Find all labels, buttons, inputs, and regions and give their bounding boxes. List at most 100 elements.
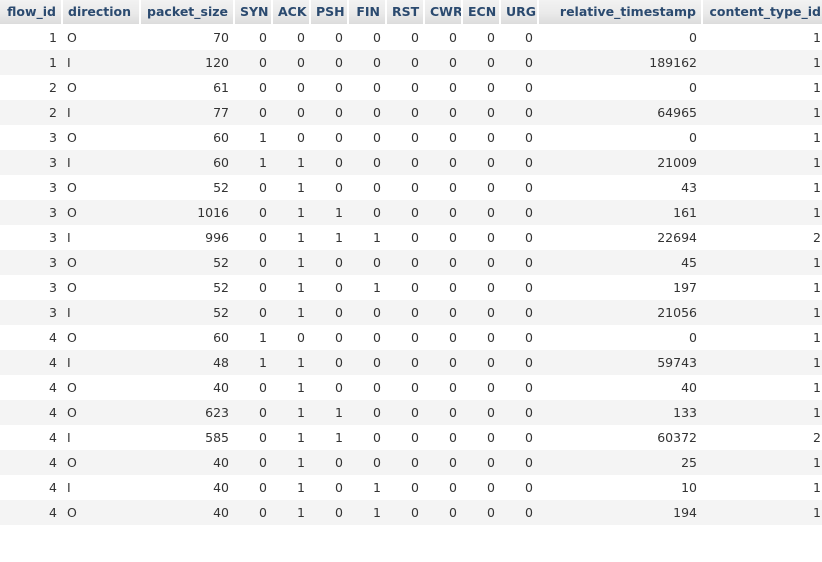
cell-direction: O	[67, 30, 77, 45]
cell-relative_timestamp: 0	[689, 130, 697, 145]
cell-RST: 0	[411, 180, 419, 195]
cell-ACK: 0	[297, 105, 305, 120]
cell-flow_id: 1	[49, 30, 57, 45]
table-row: 3 I 996 0 1 1 1 0 0 0 0 22694 2	[0, 225, 822, 250]
cell-direction: O	[67, 255, 77, 270]
cell-direction: I	[67, 480, 71, 495]
cell-content_type_id: 1	[813, 305, 821, 320]
table-body: 1 O 70 0 0 0 0 0 0 0 0 0 1 1 I 120 0 0 0 0 0 0 0 0 189162 1 2 O 61 0 0…	[0, 24, 822, 525]
cell-CWR: 0	[449, 130, 457, 145]
table-row: 4 O 623 0 1 1 0 0 0 0 0 133 1	[0, 400, 822, 425]
cell-CWR: 0	[449, 180, 457, 195]
cell-FIN: 0	[373, 405, 381, 420]
cell-flow_id: 3	[49, 155, 57, 170]
table-row: 3 I 60 1 1 0 0 0 0 0 0 21009 1	[0, 150, 822, 175]
table-row: 1 I 120 0 0 0 0 0 0 0 0 189162 1	[0, 50, 822, 75]
cell-CWR: 0	[449, 355, 457, 370]
column-header-ACK[interactable]: ACK	[272, 0, 311, 25]
cell-FIN: 0	[373, 180, 381, 195]
cell-content_type_id: 1	[813, 205, 821, 220]
cell-RST: 0	[411, 55, 419, 70]
column-header-packet_size[interactable]: packet_size	[140, 0, 235, 25]
cell-flow_id: 3	[49, 305, 57, 320]
cell-ACK: 1	[297, 305, 305, 320]
table-row: 4 I 48 1 1 0 0 0 0 0 0 59743 1	[0, 350, 822, 375]
column-header-FIN[interactable]: FIN	[348, 0, 387, 25]
cell-ECN: 0	[487, 55, 495, 70]
column-header-flow_id[interactable]: flow_id	[0, 0, 63, 25]
cell-URG: 0	[525, 55, 533, 70]
cell-relative_timestamp: 25	[681, 455, 697, 470]
cell-ACK: 1	[297, 505, 305, 520]
cell-SYN: 0	[259, 405, 267, 420]
cell-content_type_id: 1	[813, 505, 821, 520]
cell-relative_timestamp: 10	[681, 480, 697, 495]
cell-ACK: 0	[297, 130, 305, 145]
cell-RST: 0	[411, 155, 419, 170]
cell-ACK: 1	[297, 455, 305, 470]
cell-FIN: 0	[373, 330, 381, 345]
cell-ECN: 0	[487, 130, 495, 145]
cell-packet_size: 120	[205, 55, 229, 70]
cell-FIN: 0	[373, 455, 381, 470]
cell-FIN: 1	[373, 280, 381, 295]
cell-RST: 0	[411, 30, 419, 45]
cell-direction: I	[67, 355, 71, 370]
cell-PSH: 0	[335, 30, 343, 45]
cell-URG: 0	[525, 305, 533, 320]
cell-direction: O	[67, 405, 77, 420]
cell-FIN: 0	[373, 155, 381, 170]
column-header-direction[interactable]: direction	[62, 0, 141, 25]
table-row: 3 O 1016 0 1 1 0 0 0 0 0 161 1	[0, 200, 822, 225]
cell-URG: 0	[525, 355, 533, 370]
table-row: 4 O 40 0 1 0 0 0 0 0 0 40 1	[0, 375, 822, 400]
cell-CWR: 0	[449, 430, 457, 445]
cell-ECN: 0	[487, 205, 495, 220]
cell-SYN: 0	[259, 30, 267, 45]
table-row: 3 O 60 1 0 0 0 0 0 0 0 0 1	[0, 125, 822, 150]
cell-ECN: 0	[487, 255, 495, 270]
cell-FIN: 0	[373, 105, 381, 120]
cell-relative_timestamp: 21056	[657, 305, 697, 320]
cell-ACK: 1	[297, 380, 305, 395]
cell-content_type_id: 2	[813, 230, 821, 245]
column-header-ECN[interactable]: ECN	[462, 0, 501, 25]
cell-SYN: 0	[259, 105, 267, 120]
cell-ACK: 0	[297, 30, 305, 45]
cell-PSH: 1	[335, 230, 343, 245]
cell-direction: O	[67, 505, 77, 520]
cell-FIN: 0	[373, 80, 381, 95]
cell-RST: 0	[411, 230, 419, 245]
cell-PSH: 1	[335, 430, 343, 445]
column-header-RST[interactable]: RST	[386, 0, 425, 25]
column-header-CWR[interactable]: CWR	[424, 0, 463, 25]
column-header-PSH[interactable]: PSH	[310, 0, 349, 25]
column-header-content_type_id[interactable]: content_type_id	[702, 0, 822, 25]
table-row: 2 I 77 0 0 0 0 0 0 0 0 64965 1	[0, 100, 822, 125]
cell-SYN: 1	[259, 130, 267, 145]
cell-CWR: 0	[449, 155, 457, 170]
cell-CWR: 0	[449, 480, 457, 495]
cell-PSH: 0	[335, 305, 343, 320]
cell-URG: 0	[525, 205, 533, 220]
cell-packet_size: 40	[213, 455, 229, 470]
column-header-URG[interactable]: URG	[500, 0, 539, 25]
cell-PSH: 0	[335, 180, 343, 195]
cell-content_type_id: 1	[813, 355, 821, 370]
cell-relative_timestamp: 45	[681, 255, 697, 270]
cell-packet_size: 77	[213, 105, 229, 120]
cell-CWR: 0	[449, 205, 457, 220]
cell-FIN: 1	[373, 230, 381, 245]
cell-relative_timestamp: 0	[689, 330, 697, 345]
cell-CWR: 0	[449, 505, 457, 520]
cell-ECN: 0	[487, 155, 495, 170]
column-header-relative_timestamp[interactable]: relative_timestamp	[538, 0, 703, 25]
cell-SYN: 1	[259, 155, 267, 170]
cell-RST: 0	[411, 505, 419, 520]
cell-content_type_id: 2	[813, 430, 821, 445]
cell-PSH: 0	[335, 155, 343, 170]
cell-packet_size: 996	[205, 230, 229, 245]
table-row: 4 I 40 0 1 0 1 0 0 0 0 10 1	[0, 475, 822, 500]
cell-ECN: 0	[487, 380, 495, 395]
column-header-SYN[interactable]: SYN	[234, 0, 273, 25]
